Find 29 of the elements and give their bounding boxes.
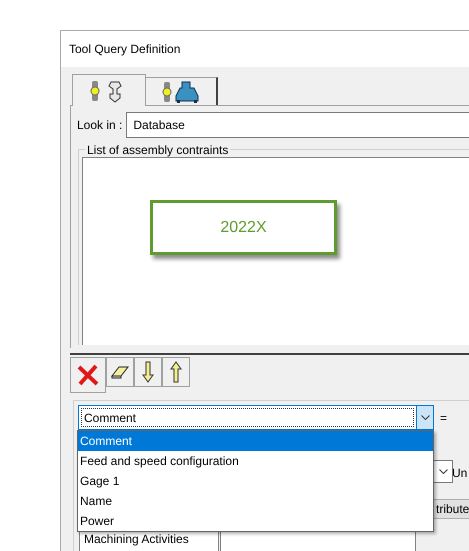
unit-label: Un: [452, 465, 468, 482]
attribute-combo[interactable]: Comment: [78, 405, 434, 430]
delete-button[interactable]: [70, 357, 106, 393]
look-in-label: Look in :: [77, 117, 122, 134]
dropdown-option[interactable]: Name: [78, 491, 433, 511]
chevron-down-icon: [438, 469, 448, 474]
dropdown-option[interactable]: Feed and speed configuration: [78, 451, 433, 471]
move-up-button[interactable]: [162, 357, 190, 387]
arrow-up-icon: [170, 361, 182, 383]
dropdown-option[interactable]: Power: [78, 511, 433, 531]
attribute-button[interactable]: tribute: [433, 499, 469, 519]
operator-combo[interactable]: =: [436, 405, 469, 430]
dropdown-option[interactable]: Comment: [78, 431, 433, 451]
chevron-down-icon: [420, 415, 430, 420]
delete-icon: [76, 363, 100, 387]
window-title: Tool Query Definition: [69, 41, 180, 58]
unit-combo[interactable]: [433, 460, 453, 483]
list-item[interactable]: Machining Activities: [84, 532, 218, 546]
tab[interactable]: [72, 74, 146, 106]
erase-button[interactable]: [106, 357, 134, 387]
eraser-icon: [110, 365, 130, 379]
tab[interactable]: [146, 77, 218, 105]
dropdown-option[interactable]: Gage 1: [78, 471, 433, 491]
machine-icon: [161, 80, 201, 104]
arrow-down-icon: [142, 361, 154, 383]
look-in-field[interactable]: Database: [126, 112, 469, 138]
combo-value: Comment: [84, 410, 136, 426]
version-label: 2022X: [150, 200, 337, 255]
move-down-button[interactable]: [134, 357, 162, 387]
